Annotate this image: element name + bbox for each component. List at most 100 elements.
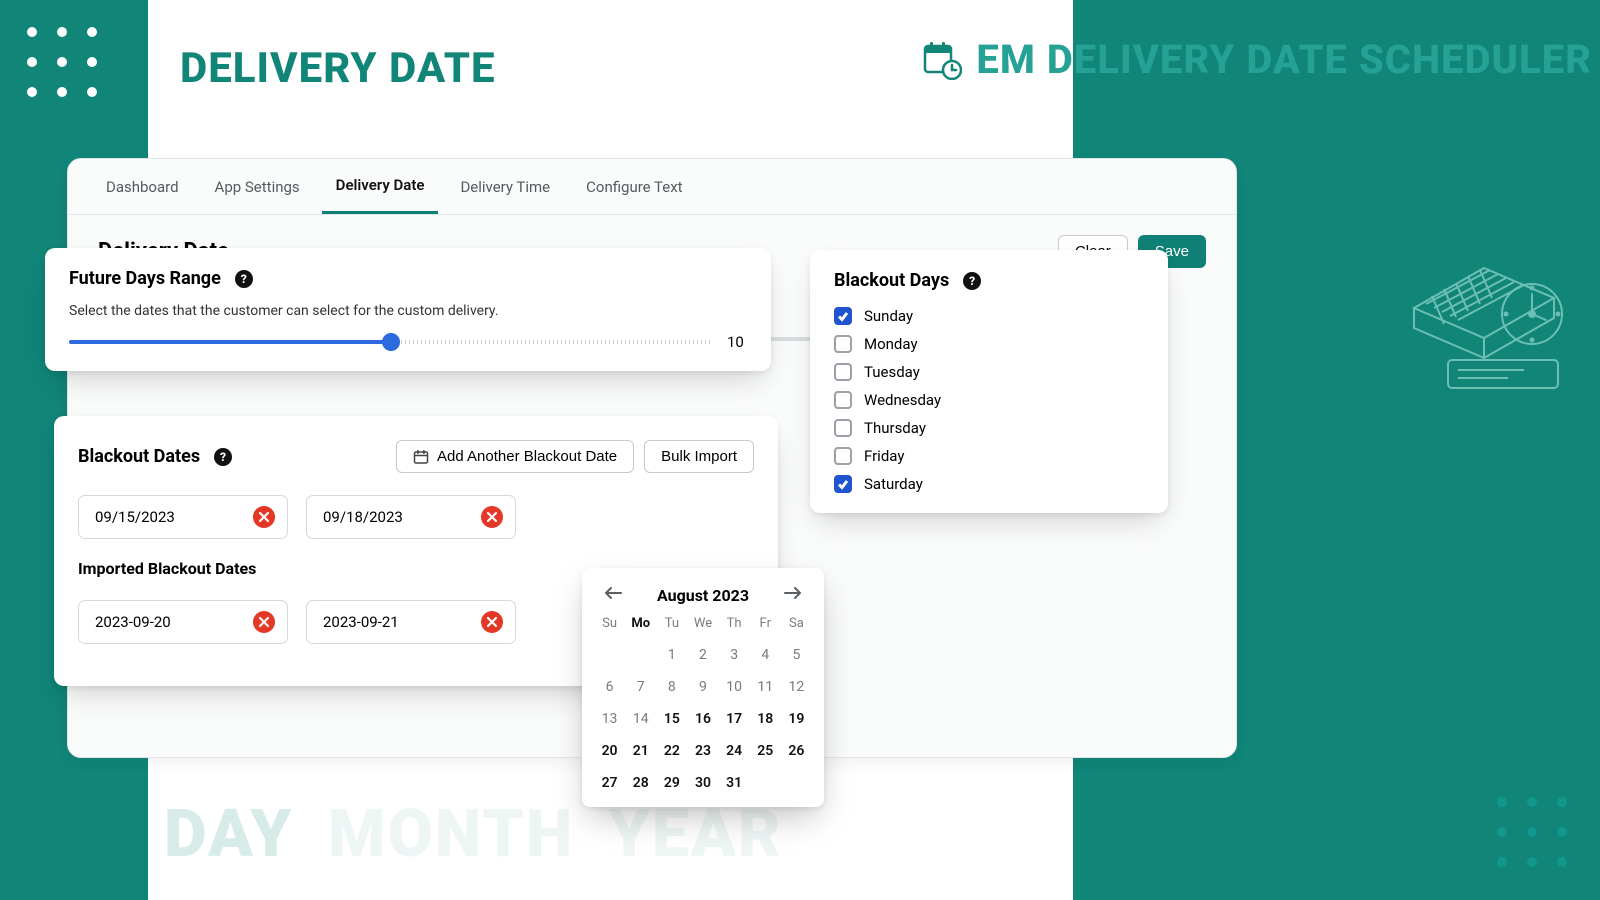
remove-date-button[interactable] [481,506,503,528]
blackout-day-row: Wednesday [834,391,1144,409]
add-blackout-date-button[interactable]: Add Another Blackout Date [396,440,634,473]
calendar-next-button[interactable] [780,582,806,608]
remove-date-button[interactable] [253,506,275,528]
help-icon[interactable]: ? [214,448,232,466]
help-icon[interactable]: ? [235,270,253,288]
blackout-dates-title: Blackout Dates [78,446,200,467]
calendar-day[interactable]: 29 [656,771,687,795]
calendar-day[interactable]: 8 [656,675,687,699]
calendar-day[interactable]: 20 [594,739,625,763]
tab-configure-text[interactable]: Configure Text [572,161,696,213]
calendar-day[interactable]: 19 [781,707,812,731]
calendar-day[interactable]: 13 [594,707,625,731]
slider-thumb[interactable] [382,333,400,351]
calendar-day[interactable]: 27 [594,771,625,795]
calendar-day[interactable]: 11 [750,675,781,699]
blackout-day-label: Thursday [864,419,926,437]
calendar-day[interactable]: 26 [781,739,812,763]
blackout-days-title: Blackout Days [834,270,949,291]
remove-date-button[interactable] [481,611,503,633]
imported-date-value: 2023-09-20 [95,613,171,631]
blackout-day-row: Friday [834,447,1144,465]
check-icon [837,478,849,490]
decor-dots-bottom-right [1497,797,1567,867]
calendar-day[interactable]: 31 [719,771,750,795]
calendar-dow: Th [719,616,750,635]
check-icon [837,310,849,322]
blackout-day-checkbox[interactable] [834,447,852,465]
calendar-day[interactable]: 21 [625,739,656,763]
calendar-day[interactable]: 7 [625,675,656,699]
blackout-day-label: Sunday [864,307,913,325]
arrow-right-icon [784,586,802,600]
calendar-day[interactable]: 25 [750,739,781,763]
calendar-day[interactable]: 18 [750,707,781,731]
calendar-clock-illustration [1404,238,1574,408]
blackout-date-pill[interactable]: 09/15/2023 [78,495,288,539]
blackout-day-checkbox[interactable] [834,307,852,325]
bulk-import-button[interactable]: Bulk Import [644,440,754,473]
decor-dots-top-left [27,27,97,97]
calendar-day[interactable]: 1 [656,643,687,667]
add-blackout-date-label: Add Another Blackout Date [437,448,617,465]
brand-title: EM DELIVERY DATE SCHEDULER [922,36,1592,83]
blackout-date-pill[interactable]: 09/18/2023 [306,495,516,539]
calendar-day[interactable]: 6 [594,675,625,699]
imported-date-pill[interactable]: 2023-09-21 [306,600,516,644]
close-icon [486,511,498,523]
blackout-day-label: Friday [864,447,904,465]
brand-title-text: EM DELIVERY DATE SCHEDULER [976,36,1592,83]
blackout-day-row: Sunday [834,307,1144,325]
blackout-day-checkbox[interactable] [834,363,852,381]
calendar-day[interactable]: 4 [750,643,781,667]
close-icon [486,616,498,628]
calendar-clock-icon [922,40,962,80]
calendar-day[interactable]: 23 [687,739,718,763]
calendar-day[interactable]: 2 [687,643,718,667]
calendar-day[interactable]: 15 [656,707,687,731]
remove-date-button[interactable] [253,611,275,633]
bg-word-year: YEAR [608,796,782,873]
calendar-month-label: August 2023 [657,586,749,605]
calendar-day[interactable]: 10 [719,675,750,699]
calendar-day[interactable]: 9 [687,675,718,699]
blackout-day-checkbox[interactable] [834,475,852,493]
calendar-day[interactable]: 24 [719,739,750,763]
blackout-days-card: Blackout Days ? Sunday Monday Tuesday Wedne… [810,250,1168,513]
calendar-day[interactable]: 12 [781,675,812,699]
tab-app-settings[interactable]: App Settings [201,161,314,213]
tab-delivery-time[interactable]: Delivery Time [446,161,564,213]
bg-word-day: DAY [164,796,294,873]
calendar-dow: Fr [750,616,781,635]
help-icon[interactable]: ? [963,272,981,290]
calendar-dow: We [687,616,718,635]
calendar-prev-button[interactable] [600,582,626,608]
blackout-day-row: Saturday [834,475,1144,493]
tab-delivery-date[interactable]: Delivery Date [322,159,439,214]
blackout-day-checkbox[interactable] [834,391,852,409]
page-title: DELIVERY DATE [180,44,496,93]
calendar-day[interactable]: 5 [781,643,812,667]
calendar-day[interactable]: 14 [625,707,656,731]
blackout-date-value: 09/15/2023 [95,508,175,526]
tab-dashboard[interactable]: Dashboard [92,161,193,213]
calendar-day[interactable]: 30 [687,771,718,795]
calendar-dow: Sa [781,616,812,635]
imported-date-pill[interactable]: 2023-09-20 [78,600,288,644]
future-days-range-card: Future Days Range ? Select the dates tha… [45,248,771,371]
calendar-day[interactable]: 22 [656,739,687,763]
future-days-range-desc: Select the dates that the customer can s… [69,303,747,319]
calendar-day[interactable]: 3 [719,643,750,667]
calendar-day[interactable]: 17 [719,707,750,731]
calendar-day[interactable]: 28 [625,771,656,795]
blackout-day-row: Tuesday [834,363,1144,381]
calendar-day[interactable]: 16 [687,707,718,731]
arrow-left-icon [604,586,622,600]
future-days-value: 10 [727,333,747,351]
decor-bg-words: DAY MONTH YEAR [164,796,783,873]
blackout-day-checkbox[interactable] [834,419,852,437]
blackout-day-label: Monday [864,335,918,353]
blackout-day-checkbox[interactable] [834,335,852,353]
blackout-day-label: Tuesday [864,363,920,381]
future-days-slider[interactable] [69,337,713,347]
